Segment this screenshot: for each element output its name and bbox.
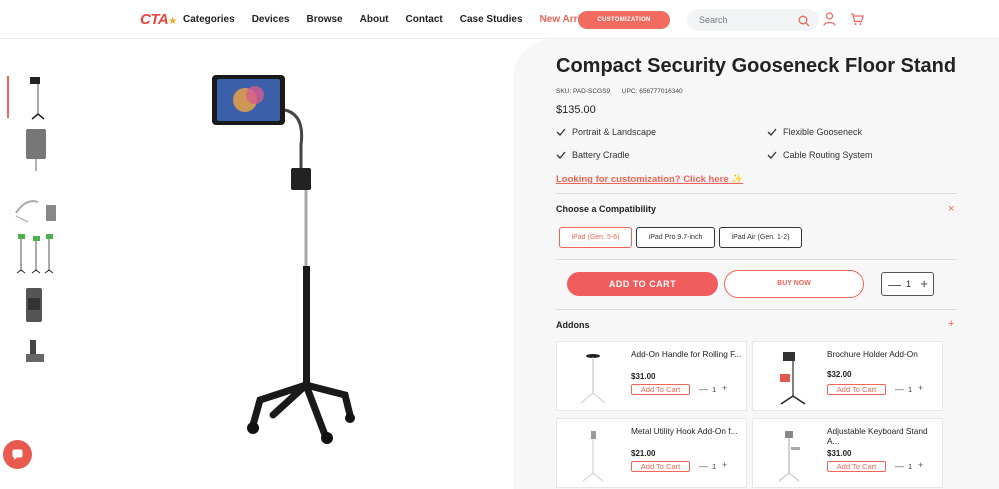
addon-increase-button[interactable]: +	[918, 383, 923, 393]
addon-name[interactable]: Metal Utility Hook Add-On f...	[631, 426, 743, 437]
addon-increase-button[interactable]: +	[918, 460, 923, 470]
cart-icon[interactable]	[850, 12, 864, 31]
feature-label: Portrait & Landscape	[572, 127, 657, 137]
add-to-cart-button[interactable]: ADD TO CART	[567, 272, 718, 296]
check-icon	[556, 128, 566, 136]
addon-quantity[interactable]: 1	[712, 462, 716, 471]
addon-add-to-cart-button[interactable]: Add To Cart	[827, 461, 886, 472]
feature-label: Flexible Gooseneck	[783, 127, 863, 137]
addon-price: $32.00	[827, 370, 852, 379]
product-sku: SKU: PAD-SCGS9	[556, 88, 611, 95]
addon-quantity[interactable]: 1	[908, 462, 912, 471]
check-icon	[767, 151, 777, 159]
search-input[interactable]	[699, 13, 789, 27]
addon-image[interactable]	[763, 348, 815, 406]
addon-decrease-button[interactable]: —	[895, 461, 904, 471]
search-box	[687, 9, 819, 31]
addon-name[interactable]: Adjustable Keyboard Stand A...	[827, 426, 939, 446]
addon-name[interactable]: Brochure Holder Add-On	[827, 349, 939, 360]
quantity-value[interactable]: 1	[906, 279, 911, 289]
product-title: Compact Security Gooseneck Floor Stand	[556, 55, 957, 77]
logo-text: CTA	[140, 11, 169, 28]
thumbnail-2[interactable]	[8, 126, 60, 173]
divider	[556, 259, 957, 260]
customization-link[interactable]: Looking for customization? Click here ✨	[556, 174, 743, 185]
chat-button[interactable]	[3, 440, 32, 469]
feature-3: Battery Cradle	[556, 150, 630, 160]
thumbnail-list	[7, 74, 60, 386]
thumbnail-6[interactable]	[8, 334, 60, 381]
addon-increase-button[interactable]: +	[722, 460, 727, 470]
addon-image[interactable]	[567, 425, 619, 483]
addon-card: Add-On Handle for Rolling F... $31.00 Ad…	[556, 341, 747, 411]
product-upc: UPC: 656777016340	[621, 88, 683, 95]
thumbnail-4[interactable]	[8, 230, 60, 277]
addon-price: $31.00	[827, 449, 852, 458]
addon-price: $21.00	[631, 449, 656, 458]
product-meta: SKU: PAD-SCGS9 UPC: 656777016340	[556, 88, 693, 95]
addon-card: Metal Utility Hook Add-On f... $21.00 Ad…	[556, 418, 747, 488]
feature-4: Cable Routing System	[767, 150, 873, 160]
thumbnail-3[interactable]	[8, 178, 60, 225]
decrease-quantity-button[interactable]: —	[888, 277, 901, 292]
search-icon[interactable]	[798, 14, 810, 32]
addon-increase-button[interactable]: +	[722, 383, 727, 393]
divider	[556, 193, 957, 194]
feature-1: Portrait & Landscape	[556, 127, 656, 137]
addon-add-to-cart-button[interactable]: Add To Cart	[631, 461, 690, 472]
compatibility-title: Choose a Compatibility	[556, 204, 657, 214]
addon-add-to-cart-button[interactable]: Add To Cart	[827, 384, 886, 395]
buy-now-button[interactable]: BUY NOW	[724, 270, 864, 298]
plus-icon[interactable]: +	[948, 319, 954, 330]
site-header: CTA★ Categories Devices Browse About Con…	[0, 0, 999, 39]
compat-option-ipad-gen-5-6[interactable]: iPad (Gen. 5-6)	[559, 227, 632, 248]
feature-label: Cable Routing System	[783, 150, 873, 160]
user-icon[interactable]	[823, 12, 836, 31]
logo-star-icon: ★	[168, 16, 177, 27]
addon-decrease-button[interactable]: —	[699, 461, 708, 471]
addon-quantity[interactable]: 1	[908, 385, 912, 394]
addon-name[interactable]: Add-On Handle for Rolling F...	[631, 349, 743, 360]
chat-icon	[12, 449, 23, 460]
close-icon[interactable]: ×	[948, 204, 954, 215]
nav-case-studies[interactable]: Case Studies	[460, 14, 523, 25]
check-icon	[556, 151, 566, 159]
customization-link-text: Looking for customization? Click here	[556, 174, 729, 185]
feature-label: Battery Cradle	[572, 150, 630, 160]
thumbnail-1[interactable]	[7, 74, 60, 121]
addon-decrease-button[interactable]: —	[699, 384, 708, 394]
addon-card: Brochure Holder Add-On $32.00 Add To Car…	[752, 341, 943, 411]
compat-option-ipad-pro-9-7[interactable]: iPad Pro 9.7-inch	[636, 227, 715, 248]
nav-about[interactable]: About	[360, 14, 389, 25]
feature-2: Flexible Gooseneck	[767, 127, 862, 137]
product-price: $135.00	[556, 104, 596, 116]
addon-image[interactable]	[763, 425, 815, 483]
nav-categories[interactable]: Categories	[183, 14, 235, 25]
sparkle-icon: ✨	[731, 174, 744, 185]
addon-decrease-button[interactable]: —	[895, 384, 904, 394]
nav-devices[interactable]: Devices	[252, 14, 290, 25]
addon-card: Adjustable Keyboard Stand A... $31.00 Ad…	[752, 418, 943, 488]
divider	[556, 309, 957, 310]
addons-title: Addons	[556, 320, 590, 330]
product-main-image[interactable]	[205, 70, 355, 445]
addon-add-to-cart-button[interactable]: Add To Cart	[631, 384, 690, 395]
thumbnail-5[interactable]	[8, 282, 60, 329]
increase-quantity-button[interactable]: +	[920, 276, 928, 291]
nav-browse[interactable]: Browse	[307, 14, 343, 25]
cta-logo[interactable]: CTA★	[140, 11, 177, 28]
addon-quantity[interactable]: 1	[712, 385, 716, 394]
compat-option-ipad-air[interactable]: iPad Air (Gen. 1-2)	[719, 227, 802, 248]
customization-button[interactable]: CUSTOMIZATION	[578, 11, 670, 29]
check-icon	[767, 128, 777, 136]
nav-contact[interactable]: Contact	[406, 14, 443, 25]
quantity-stepper: — 1 +	[881, 272, 934, 296]
addon-price: $31.00	[631, 372, 656, 381]
addon-image[interactable]	[567, 348, 619, 406]
main-nav: Categories Devices Browse About Contact …	[183, 14, 617, 25]
